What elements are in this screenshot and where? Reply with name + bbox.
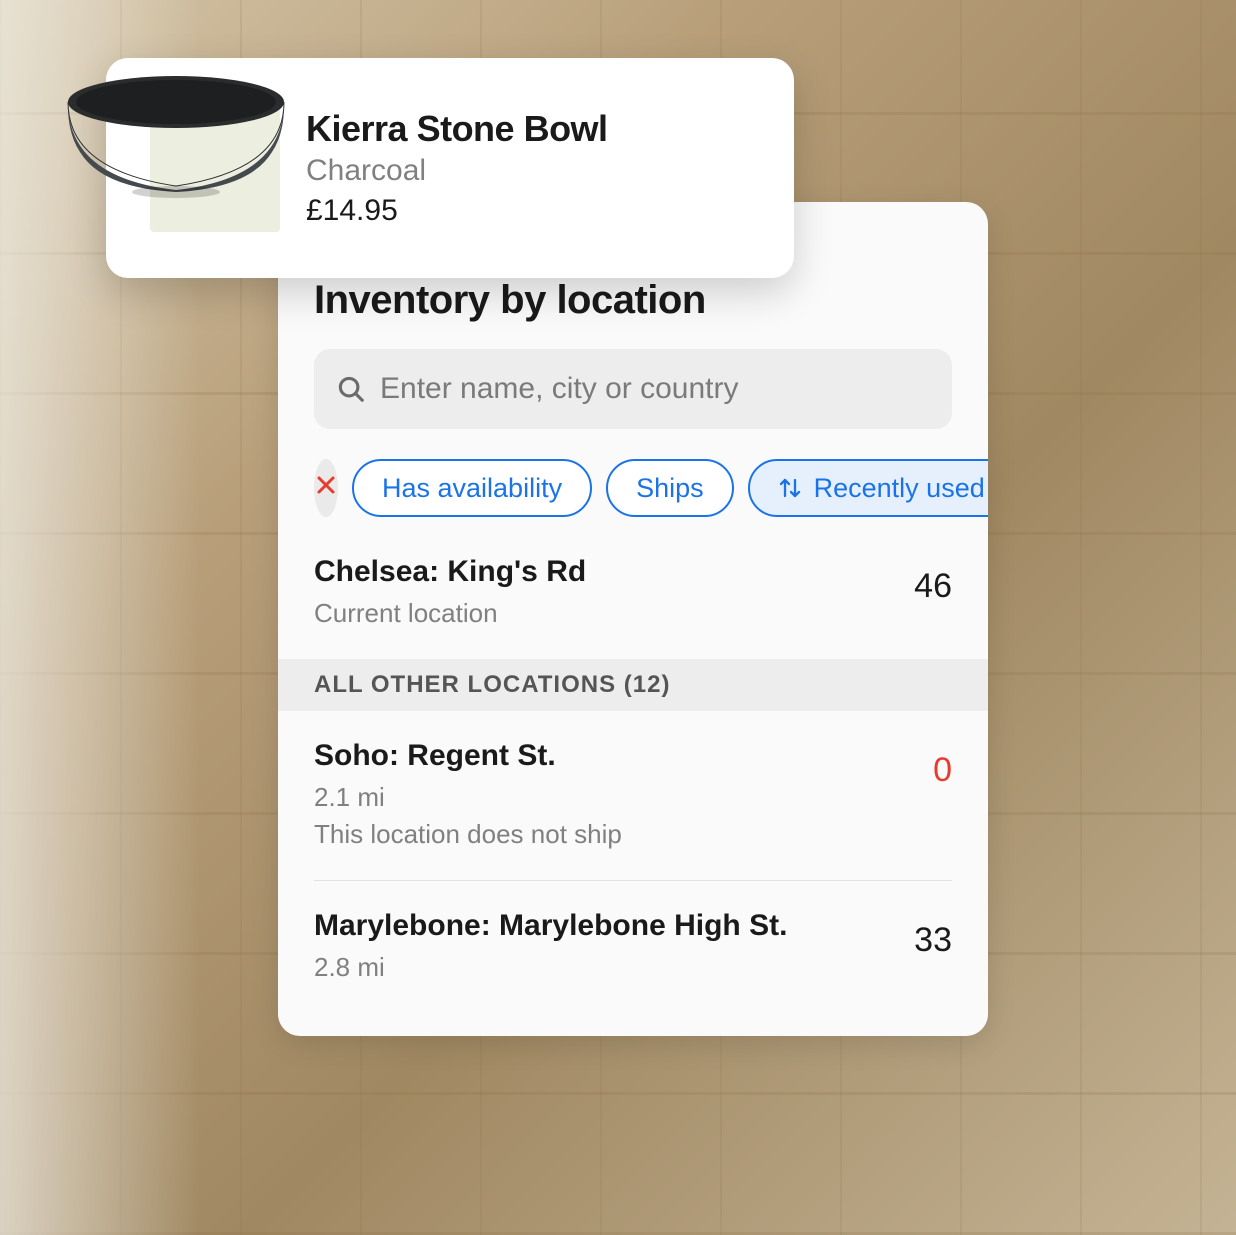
other-locations-list: Soho: Regent St. 2.1 mi This location do… (314, 711, 952, 1013)
current-location-row[interactable]: Chelsea: King's Rd Current location 46 (314, 553, 952, 659)
clear-filters-button[interactable] (314, 459, 338, 517)
product-price: £14.95 (306, 194, 608, 228)
location-subtitle: Current location (314, 595, 914, 631)
location-distance: 2.1 mi (314, 779, 933, 815)
search-input[interactable] (380, 372, 930, 406)
location-name: Soho: Regent St. (314, 739, 933, 773)
product-name: Kierra Stone Bowl (306, 108, 608, 150)
other-locations-header: ALL OTHER LOCATIONS (12) (278, 659, 988, 711)
sort-icon (778, 476, 802, 500)
location-count: 0 (933, 739, 952, 790)
chip-label: Ships (636, 473, 704, 504)
search-icon (336, 374, 366, 404)
location-distance: 2.8 mi (314, 949, 914, 985)
chip-label: Recently used (814, 473, 985, 504)
location-row[interactable]: Soho: Regent St. 2.1 mi This location do… (314, 737, 952, 880)
sort-chip-recently-used[interactable]: Recently used (748, 459, 988, 517)
location-note: This location does not ship (314, 816, 933, 852)
product-image (60, 70, 292, 200)
panel-title: Inventory by location (314, 278, 952, 323)
location-name: Marylebone: Marylebone High St. (314, 909, 914, 943)
close-icon (314, 472, 338, 504)
filter-row: Has availability Ships Recently used (314, 459, 952, 517)
chip-label: Has availability (382, 473, 562, 504)
filter-chip-ships[interactable]: Ships (606, 459, 734, 517)
location-count: 33 (914, 909, 952, 960)
product-variant: Charcoal (306, 154, 608, 188)
divider (314, 880, 952, 881)
search-box[interactable] (314, 349, 952, 429)
location-row[interactable]: Marylebone: Marylebone High St. 2.8 mi 3… (314, 907, 952, 1013)
location-name: Chelsea: King's Rd (314, 555, 914, 589)
location-count: 46 (914, 555, 952, 606)
product-card[interactable]: Kierra Stone Bowl Charcoal £14.95 (106, 58, 794, 278)
filter-chip-availability[interactable]: Has availability (352, 459, 592, 517)
inventory-panel: Inventory by location Has a (278, 202, 988, 1036)
